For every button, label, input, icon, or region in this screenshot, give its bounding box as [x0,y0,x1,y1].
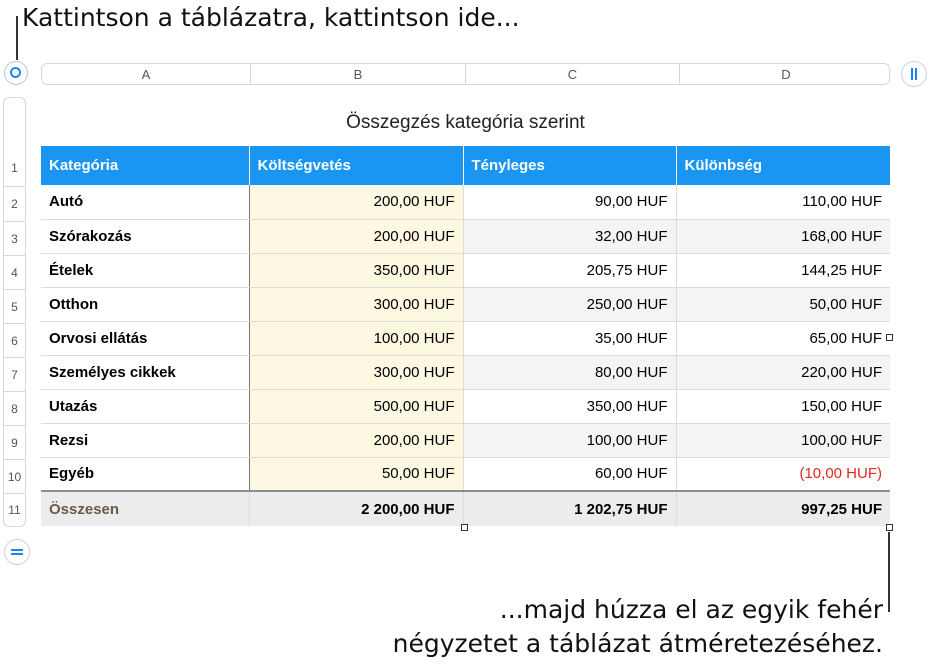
table-footer-row: Összesen 2 200,00 HUF 1 202,75 HUF 997,2… [41,490,890,526]
budget-cell[interactable]: 350,00 HUF [249,253,464,288]
category-cell[interactable]: Utazás [41,389,250,424]
budget-cell[interactable]: 200,00 HUF [249,423,464,458]
footer-actual-total[interactable]: 1 202,75 HUF [463,490,677,526]
add-column-handle[interactable] [901,61,927,87]
difference-cell-negative[interactable]: (10,00 HUF) [676,457,890,492]
row-header-1[interactable]: 1 [4,149,25,186]
resize-handle-bottom-right[interactable] [886,524,893,531]
difference-cell[interactable]: 144,25 HUF [676,253,890,288]
difference-cell[interactable]: 150,00 HUF [676,389,890,424]
header-cell-category[interactable]: Kategória [41,146,250,185]
category-cell[interactable]: Autó [41,185,250,220]
actual-cell[interactable]: 80,00 HUF [463,355,677,390]
difference-cell[interactable]: 50,00 HUF [676,287,890,322]
table-row: Ételek 350,00 HUF 205,75 HUF 144,25 HUF [41,253,890,288]
actual-cell[interactable]: 100,00 HUF [463,423,677,458]
actual-cell[interactable]: 350,00 HUF [463,389,677,424]
category-cell[interactable]: Személyes cikkek [41,355,250,390]
category-cell[interactable]: Orvosi ellátás [41,321,250,356]
callout-top-instruction: Kattintson a táblázatra, kattintson ide.… [22,3,520,32]
difference-cell[interactable]: 220,00 HUF [676,355,890,390]
row-header-10[interactable]: 10 [4,459,25,493]
circle-select-icon [10,67,21,78]
table-row: Rezsi 200,00 HUF 100,00 HUF 100,00 HUF [41,423,890,458]
budget-cell[interactable]: 500,00 HUF [249,389,464,424]
category-cell[interactable]: Otthon [41,287,250,322]
category-cell[interactable]: Szórakozás [41,219,250,254]
footer-difference-total[interactable]: 997,25 HUF [676,490,890,526]
budget-cell[interactable]: 50,00 HUF [249,457,464,492]
double-bar-icon-second [915,68,917,80]
table-row: Otthon 300,00 HUF 250,00 HUF 50,00 HUF [41,287,890,322]
header-cell-difference[interactable]: Különbség [676,146,890,185]
difference-cell[interactable]: 65,00 HUF [676,321,890,356]
row-header-4[interactable]: 4 [4,255,25,289]
column-header-bar[interactable]: A B C D [41,63,890,85]
table-row: Szórakozás 200,00 HUF 32,00 HUF 168,00 H… [41,219,890,254]
table-header-row: Kategória Költségvetés Tényleges Különbs… [41,146,890,185]
row-header-bar[interactable]: 1 2 3 4 5 6 7 8 9 10 11 [3,97,26,527]
actual-cell[interactable]: 60,00 HUF [463,457,677,492]
table-row: Utazás 500,00 HUF 350,00 HUF 150,00 HUF [41,389,890,424]
callout-bottom-leader-line [888,532,890,612]
budget-cell[interactable]: 200,00 HUF [249,219,464,254]
column-header-a[interactable]: A [42,64,251,84]
actual-cell[interactable]: 205,75 HUF [463,253,677,288]
footer-label-cell[interactable]: Összesen [41,490,250,526]
difference-cell[interactable]: 168,00 HUF [676,219,890,254]
footer-budget-total[interactable]: 2 200,00 HUF [249,490,464,526]
header-cell-budget[interactable]: Költségvetés [249,146,464,185]
table-select-handle[interactable] [4,61,28,85]
budget-cell[interactable]: 300,00 HUF [249,355,464,390]
row-header-3[interactable]: 3 [4,221,25,255]
table-row: Személyes cikkek 300,00 HUF 80,00 HUF 22… [41,355,890,390]
row-header-2[interactable]: 2 [4,186,25,221]
double-line-icon [11,549,23,551]
column-header-b[interactable]: B [251,64,466,84]
column-header-c[interactable]: C [466,64,680,84]
row-header-11[interactable]: 11 [4,493,25,526]
resize-handle-bottom[interactable] [461,524,468,531]
add-row-handle[interactable] [4,539,30,565]
table-row: Autó 200,00 HUF 90,00 HUF 110,00 HUF [41,185,890,220]
category-cell[interactable]: Ételek [41,253,250,288]
actual-cell[interactable]: 90,00 HUF [463,185,677,220]
difference-cell[interactable]: 100,00 HUF [676,423,890,458]
row-header-7[interactable]: 7 [4,357,25,391]
budget-cell[interactable]: 100,00 HUF [249,321,464,356]
actual-cell[interactable]: 35,00 HUF [463,321,677,356]
table-row: Orvosi ellátás 100,00 HUF 35,00 HUF 65,0… [41,321,890,356]
budget-cell[interactable]: 300,00 HUF [249,287,464,322]
callout-bottom-instruction-line2: négyzetet a táblázat átméretezéséhez. [392,629,883,658]
row-header-9[interactable]: 9 [4,425,25,459]
row-header-5[interactable]: 5 [4,289,25,323]
row-header-6[interactable]: 6 [4,323,25,357]
category-cell[interactable]: Rezsi [41,423,250,458]
summary-table[interactable]: Kategória Költségvetés Tényleges Különbs… [41,146,890,526]
header-cell-actual[interactable]: Tényleges [463,146,677,185]
double-bar-icon [911,68,913,80]
budget-cell[interactable]: 200,00 HUF [249,185,464,220]
callout-bottom-instruction-line1: ...majd húzza el az egyik fehér [499,595,883,624]
callout-top-leader-line [16,16,18,60]
table-title[interactable]: Összegzés kategória szerint [41,112,890,134]
double-line-icon-second [11,553,23,555]
category-cell[interactable]: Egyéb [41,457,250,492]
actual-cell[interactable]: 32,00 HUF [463,219,677,254]
column-header-d[interactable]: D [680,64,892,84]
resize-handle-right[interactable] [886,334,893,341]
actual-cell[interactable]: 250,00 HUF [463,287,677,322]
table-row: Egyéb 50,00 HUF 60,00 HUF (10,00 HUF) [41,457,890,492]
difference-cell[interactable]: 110,00 HUF [676,185,890,220]
row-header-8[interactable]: 8 [4,391,25,425]
